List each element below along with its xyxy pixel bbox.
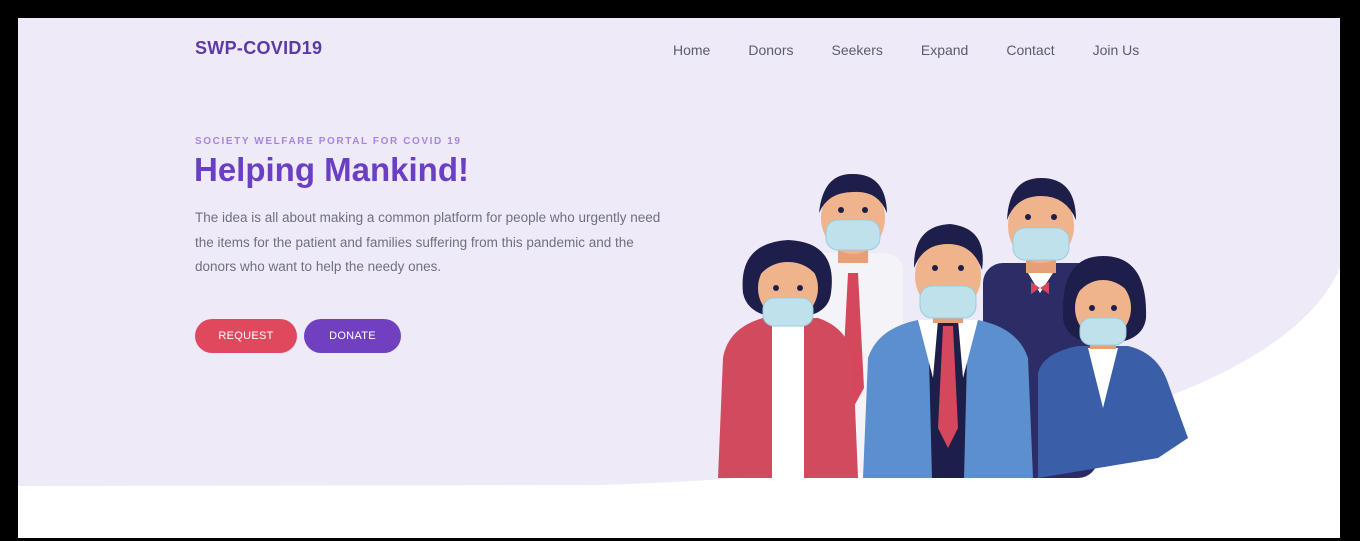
nav-donors[interactable]: Donors [748,42,793,58]
nav-expand[interactable]: Expand [921,42,968,58]
hero-title: Helping Mankind! [194,151,469,188]
nav-home[interactable]: Home [673,42,710,58]
donate-button[interactable]: DONATE [304,319,401,353]
hero-description: The idea is all about making a common pl… [195,210,661,274]
nav-contact[interactable]: Contact [1006,42,1054,58]
brand-logo[interactable]: SWP-COVID19 [195,38,322,59]
hero-eyebrow: SOCIETY WELFARE PORTAL FOR COVID 19 [195,136,462,147]
nav-seekers[interactable]: Seekers [832,42,883,58]
main-nav: Home Donors Seekers Expand Contact Join … [673,42,1177,58]
nav-join-us[interactable]: Join Us [1093,42,1140,58]
page-frame: SWP-COVID19 Home Donors Seekers Expand C… [18,18,1340,538]
request-button[interactable]: REQUEST [195,319,297,353]
masked-people-group-icon [718,173,1188,478]
